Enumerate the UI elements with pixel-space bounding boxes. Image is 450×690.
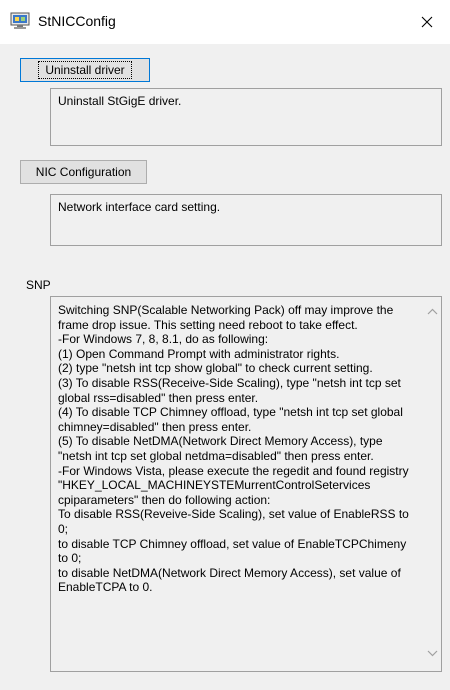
- title-bar[interactable]: StNICConfig: [0, 0, 450, 44]
- nic-configuration-label: NIC Configuration: [35, 165, 132, 179]
- vertical-scrollbar[interactable]: [424, 297, 441, 671]
- snp-group-label: SNP: [26, 278, 51, 292]
- nic-description: Network interface card setting.: [58, 200, 221, 214]
- dialog-window: StNICConfig Uninstall driver Uninstall S…: [0, 0, 450, 690]
- close-icon: [421, 16, 433, 28]
- nic-description-box: Network interface card setting.: [50, 194, 442, 246]
- uninstall-description: Uninstall StGigE driver.: [58, 94, 182, 108]
- scroll-up-icon[interactable]: [427, 308, 438, 316]
- snp-text-area[interactable]: Switching SNP(Scalable Networking Pack) …: [50, 296, 442, 672]
- snp-description-text: Switching SNP(Scalable Networking Pack) …: [58, 303, 409, 595]
- uninstall-driver-label: Uninstall driver: [38, 61, 132, 79]
- nic-configuration-button[interactable]: NIC Configuration: [20, 160, 147, 184]
- network-app-icon: [10, 12, 30, 29]
- uninstall-driver-button[interactable]: Uninstall driver: [20, 58, 150, 82]
- window-title: StNICConfig: [38, 13, 116, 29]
- scroll-down-icon[interactable]: [427, 649, 438, 657]
- close-button[interactable]: [404, 0, 450, 44]
- uninstall-description-box: Uninstall StGigE driver.: [50, 88, 442, 146]
